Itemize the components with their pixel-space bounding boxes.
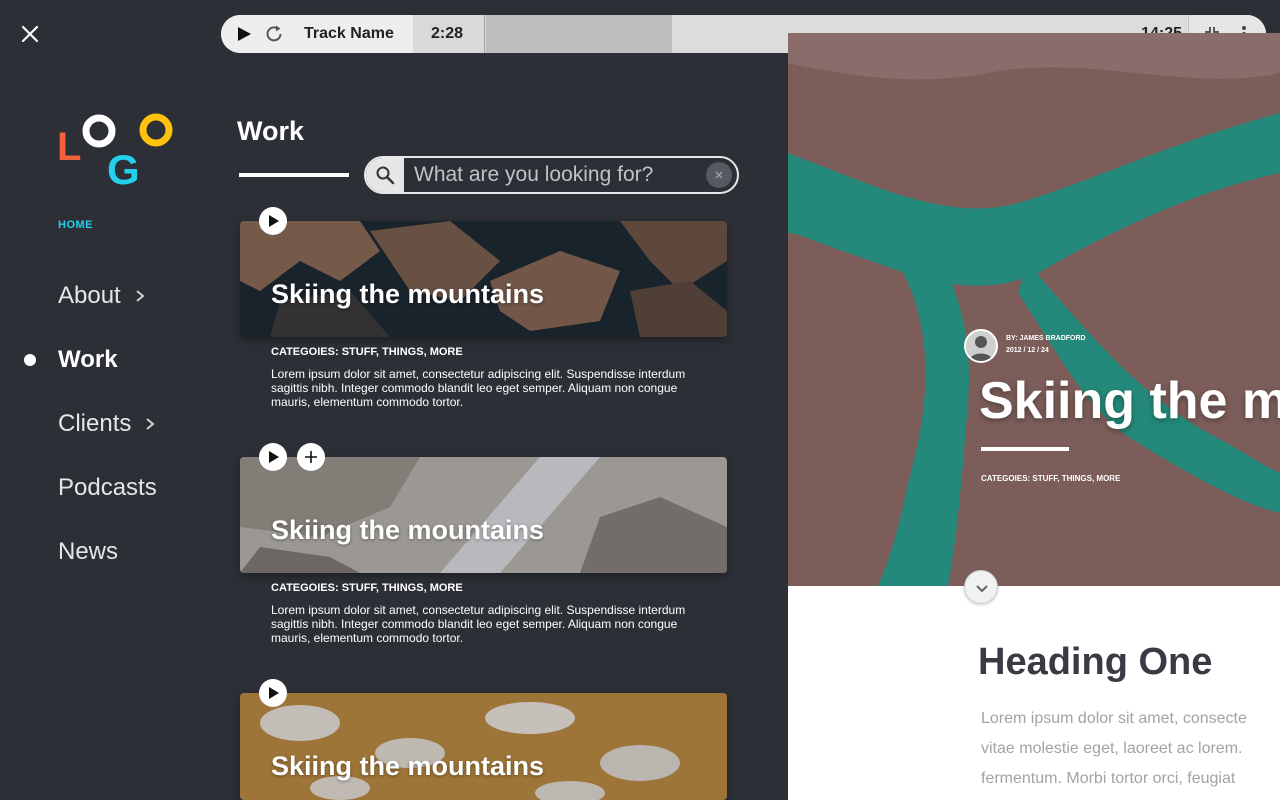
play-icon (269, 687, 279, 699)
chevron-down-icon (976, 585, 988, 593)
play-icon (269, 215, 279, 227)
add-button[interactable] (297, 443, 325, 471)
plus-icon (305, 451, 317, 463)
scroll-down-button[interactable] (964, 570, 998, 604)
user-icon (966, 331, 996, 361)
card-excerpt: Lorem ipsum dolor sit amet, consectetur … (271, 367, 686, 409)
play-button[interactable] (259, 443, 287, 471)
card-categories: CATEGOIES: STUFF, THINGS, MORE (271, 582, 463, 594)
card-thumbnail[interactable]: Skiing the mountains (240, 457, 727, 573)
work-card: Skiing the mountains (240, 679, 727, 800)
nav-item-label: Work (58, 346, 118, 373)
chevron-right-icon (146, 418, 155, 430)
nav-item-label: News (58, 538, 119, 565)
hero-image: BY: JAMES BRADFORD 2012 / 12 / 24 Skiing… (788, 33, 1280, 586)
nav-item-label: Podcasts (58, 474, 157, 501)
logo[interactable]: L G (57, 110, 177, 190)
nav-item-work[interactable]: Work (58, 346, 118, 374)
river-delta-image (788, 33, 1280, 586)
play-icon (269, 451, 279, 463)
body-line: vitae molestie eget, laoreet ac lorem. (981, 740, 1243, 757)
play-icon[interactable] (235, 25, 253, 43)
search-icon[interactable] (375, 165, 395, 185)
nav-item-label: About (58, 282, 121, 309)
card-title: Skiing the mountains (271, 751, 545, 781)
body-line: fermentum. Morbi tortor orci, feugiat (981, 770, 1236, 787)
article-preview: BY: JAMES BRADFORD 2012 / 12 / 24 Skiing… (788, 33, 1280, 800)
article-body: Lorem ipsum dolor sit amet, consecte vit… (981, 704, 1280, 794)
title-underline (981, 447, 1069, 451)
landscape-image (240, 693, 727, 800)
nav-home[interactable]: HOME (58, 219, 93, 231)
svg-text:G: G (107, 146, 140, 190)
nav-item-label: Clients (58, 410, 132, 437)
nav-item-about[interactable]: About (58, 282, 145, 310)
clear-search-icon[interactable] (706, 162, 732, 188)
active-indicator-dot (24, 354, 36, 366)
elapsed-time: 2:28 (431, 25, 464, 42)
card-thumbnail[interactable]: Skiing the mountains (240, 221, 727, 337)
nav-item-clients[interactable]: Clients (58, 410, 155, 438)
article-title: Skiing the mountains (979, 372, 1280, 430)
track-name: Track Name (304, 25, 394, 42)
nav-item-podcasts[interactable]: Podcasts (58, 474, 157, 502)
article-categories: CATEGOIES: STUFF, THINGS, MORE (981, 474, 1121, 483)
avatar[interactable] (964, 329, 998, 363)
play-button[interactable] (259, 679, 287, 707)
publish-date: 2012 / 12 / 24 (1006, 347, 1049, 354)
page-title: Work (237, 116, 305, 146)
title-underline (239, 173, 349, 177)
body-line: Lorem ipsum dolor sit amet, consecte (981, 710, 1247, 727)
play-button[interactable] (259, 207, 287, 235)
work-card: Skiing the mountains CATEGOIES: STUFF, T… (240, 443, 727, 645)
progress-bar-filled[interactable] (486, 15, 672, 53)
search-bar (364, 156, 739, 194)
close-icon[interactable] (18, 22, 42, 46)
card-excerpt: Lorem ipsum dolor sit amet, consectetur … (271, 603, 686, 645)
article-heading: Heading One (978, 641, 1213, 683)
card-title: Skiing the mountains (271, 515, 545, 545)
card-thumbnail[interactable]: Skiing the mountains (240, 693, 727, 800)
work-card: Skiing the mountains CATEGOIES: STUFF, T… (240, 207, 727, 409)
search-input[interactable] (414, 160, 704, 190)
svg-text:L: L (57, 125, 81, 169)
nav-item-news[interactable]: News (58, 538, 118, 566)
card-title: Skiing the mountains (271, 279, 545, 309)
chevron-right-icon (136, 290, 145, 302)
replay-icon[interactable] (264, 24, 284, 44)
author-name: BY: JAMES BRADFORD (1006, 335, 1086, 342)
card-categories: CATEGOIES: STUFF, THINGS, MORE (271, 346, 463, 358)
